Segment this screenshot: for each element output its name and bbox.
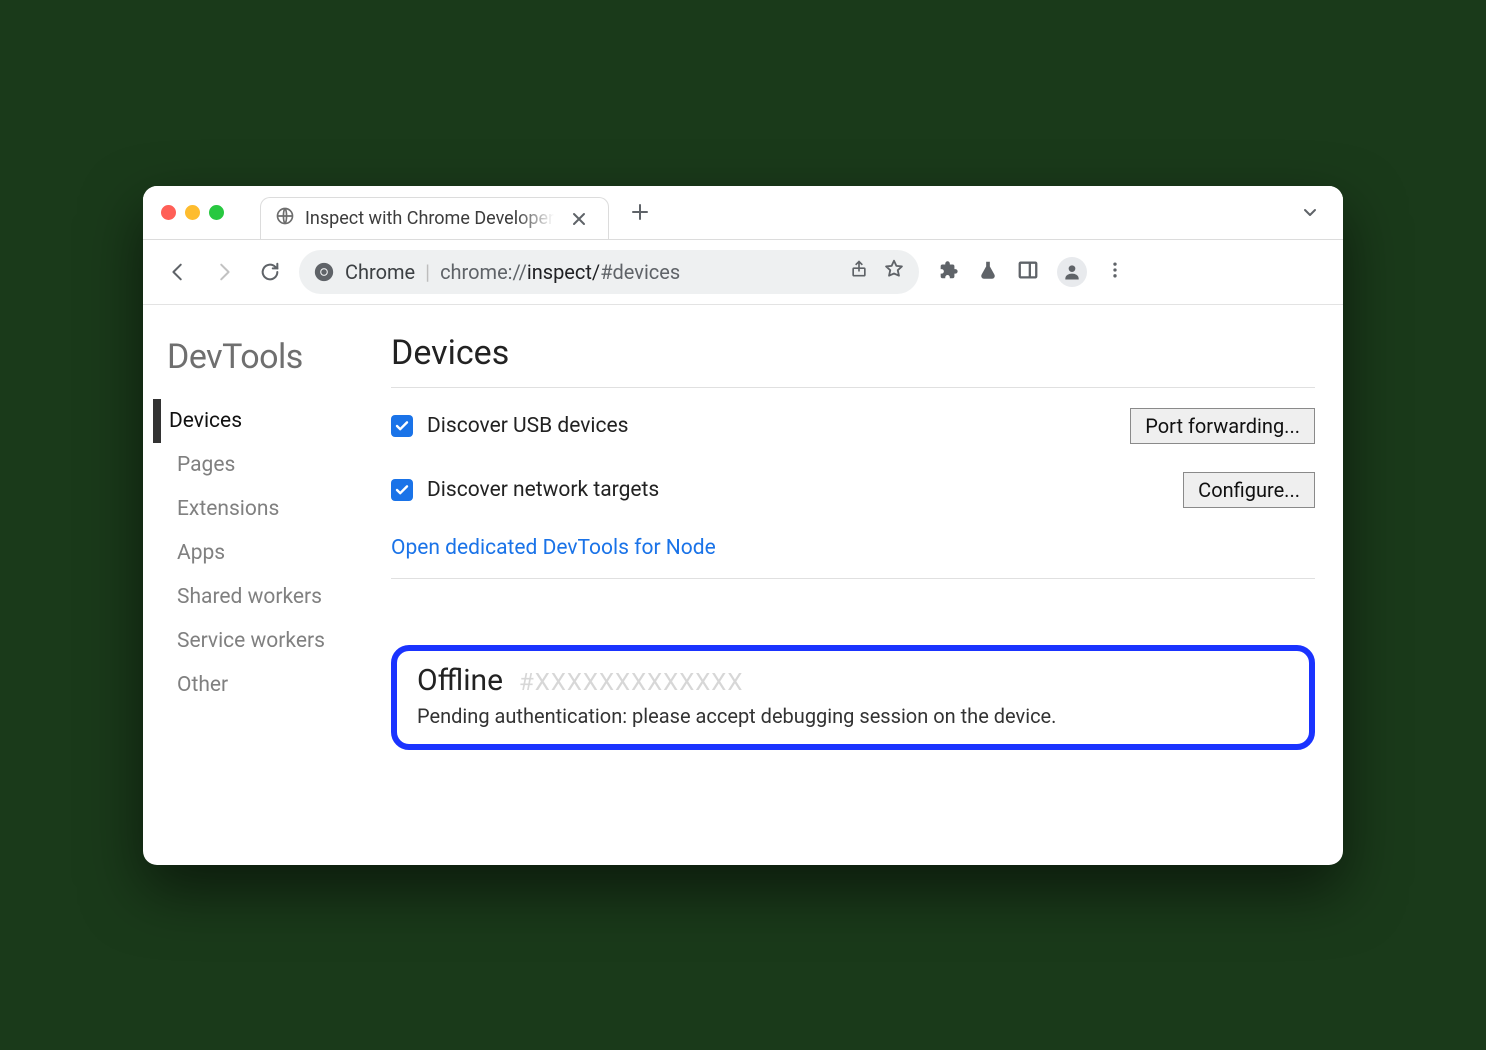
sidebar-item-service-workers[interactable]: Service workers bbox=[161, 619, 381, 663]
sidebar-item-apps[interactable]: Apps bbox=[161, 531, 381, 575]
minimize-window-button[interactable] bbox=[185, 205, 200, 220]
offline-device-box: Offline #XXXXXXXXXXXXX Pending authentic… bbox=[391, 645, 1315, 750]
port-forwarding-button[interactable]: Port forwarding... bbox=[1130, 408, 1315, 444]
configure-button[interactable]: Configure... bbox=[1183, 472, 1315, 508]
tab-strip: Inspect with Chrome Developer bbox=[143, 186, 1343, 240]
close-window-button[interactable] bbox=[161, 205, 176, 220]
bookmark-star-icon[interactable] bbox=[883, 258, 905, 285]
main-panel: Devices Discover USB devices Port forwar… bbox=[381, 329, 1315, 815]
chrome-icon bbox=[313, 261, 335, 283]
discover-network-label: Discover network targets bbox=[427, 478, 659, 502]
sidebar-item-extensions[interactable]: Extensions bbox=[161, 487, 381, 531]
sidebar-item-shared-workers[interactable]: Shared workers bbox=[161, 575, 381, 619]
page-heading: Devices bbox=[391, 333, 1315, 373]
window-controls bbox=[161, 205, 224, 220]
reload-button[interactable] bbox=[253, 255, 287, 289]
profile-avatar[interactable] bbox=[1057, 257, 1087, 287]
offline-message: Pending authentication: please accept de… bbox=[417, 704, 1289, 728]
sidebar: DevTools Devices Pages Extensions Apps S… bbox=[151, 329, 381, 815]
browser-tab[interactable]: Inspect with Chrome Developer bbox=[260, 197, 609, 239]
extensions-puzzle-icon[interactable] bbox=[937, 259, 959, 285]
side-panel-icon[interactable] bbox=[1017, 259, 1039, 285]
browser-window: Inspect with Chrome Developer Chrome bbox=[143, 186, 1343, 865]
kebab-menu-icon[interactable] bbox=[1105, 260, 1125, 284]
back-button[interactable] bbox=[161, 255, 195, 289]
offline-status-title: Offline bbox=[417, 663, 503, 698]
discover-usb-label: Discover USB devices bbox=[427, 414, 629, 438]
close-tab-button[interactable] bbox=[564, 204, 594, 234]
open-node-devtools-link[interactable]: Open dedicated DevTools for Node bbox=[391, 536, 716, 560]
share-icon[interactable] bbox=[849, 259, 869, 284]
labs-flask-icon[interactable] bbox=[977, 259, 999, 285]
new-tab-button[interactable] bbox=[625, 197, 655, 227]
maximize-window-button[interactable] bbox=[209, 205, 224, 220]
sidebar-title: DevTools bbox=[161, 337, 381, 377]
offline-device-hash: #XXXXXXXXXXXXX bbox=[519, 668, 743, 696]
forward-button[interactable] bbox=[207, 255, 241, 289]
discover-usb-checkbox[interactable] bbox=[391, 415, 413, 437]
address-bar[interactable]: Chrome | chrome://inspect/#devices bbox=[299, 250, 919, 294]
tab-title: Inspect with Chrome Developer bbox=[305, 208, 554, 229]
globe-icon bbox=[275, 206, 295, 231]
toolbar: Chrome | chrome://inspect/#devices bbox=[143, 240, 1343, 305]
chevron-down-icon[interactable] bbox=[1295, 197, 1325, 227]
origin-label: Chrome bbox=[345, 260, 415, 284]
sidebar-item-devices[interactable]: Devices bbox=[153, 399, 381, 443]
sidebar-item-other[interactable]: Other bbox=[161, 663, 381, 707]
discover-network-checkbox[interactable] bbox=[391, 479, 413, 501]
page-content: DevTools Devices Pages Extensions Apps S… bbox=[143, 305, 1343, 865]
url-text: chrome://inspect/#devices bbox=[440, 260, 680, 284]
sidebar-item-pages[interactable]: Pages bbox=[161, 443, 381, 487]
